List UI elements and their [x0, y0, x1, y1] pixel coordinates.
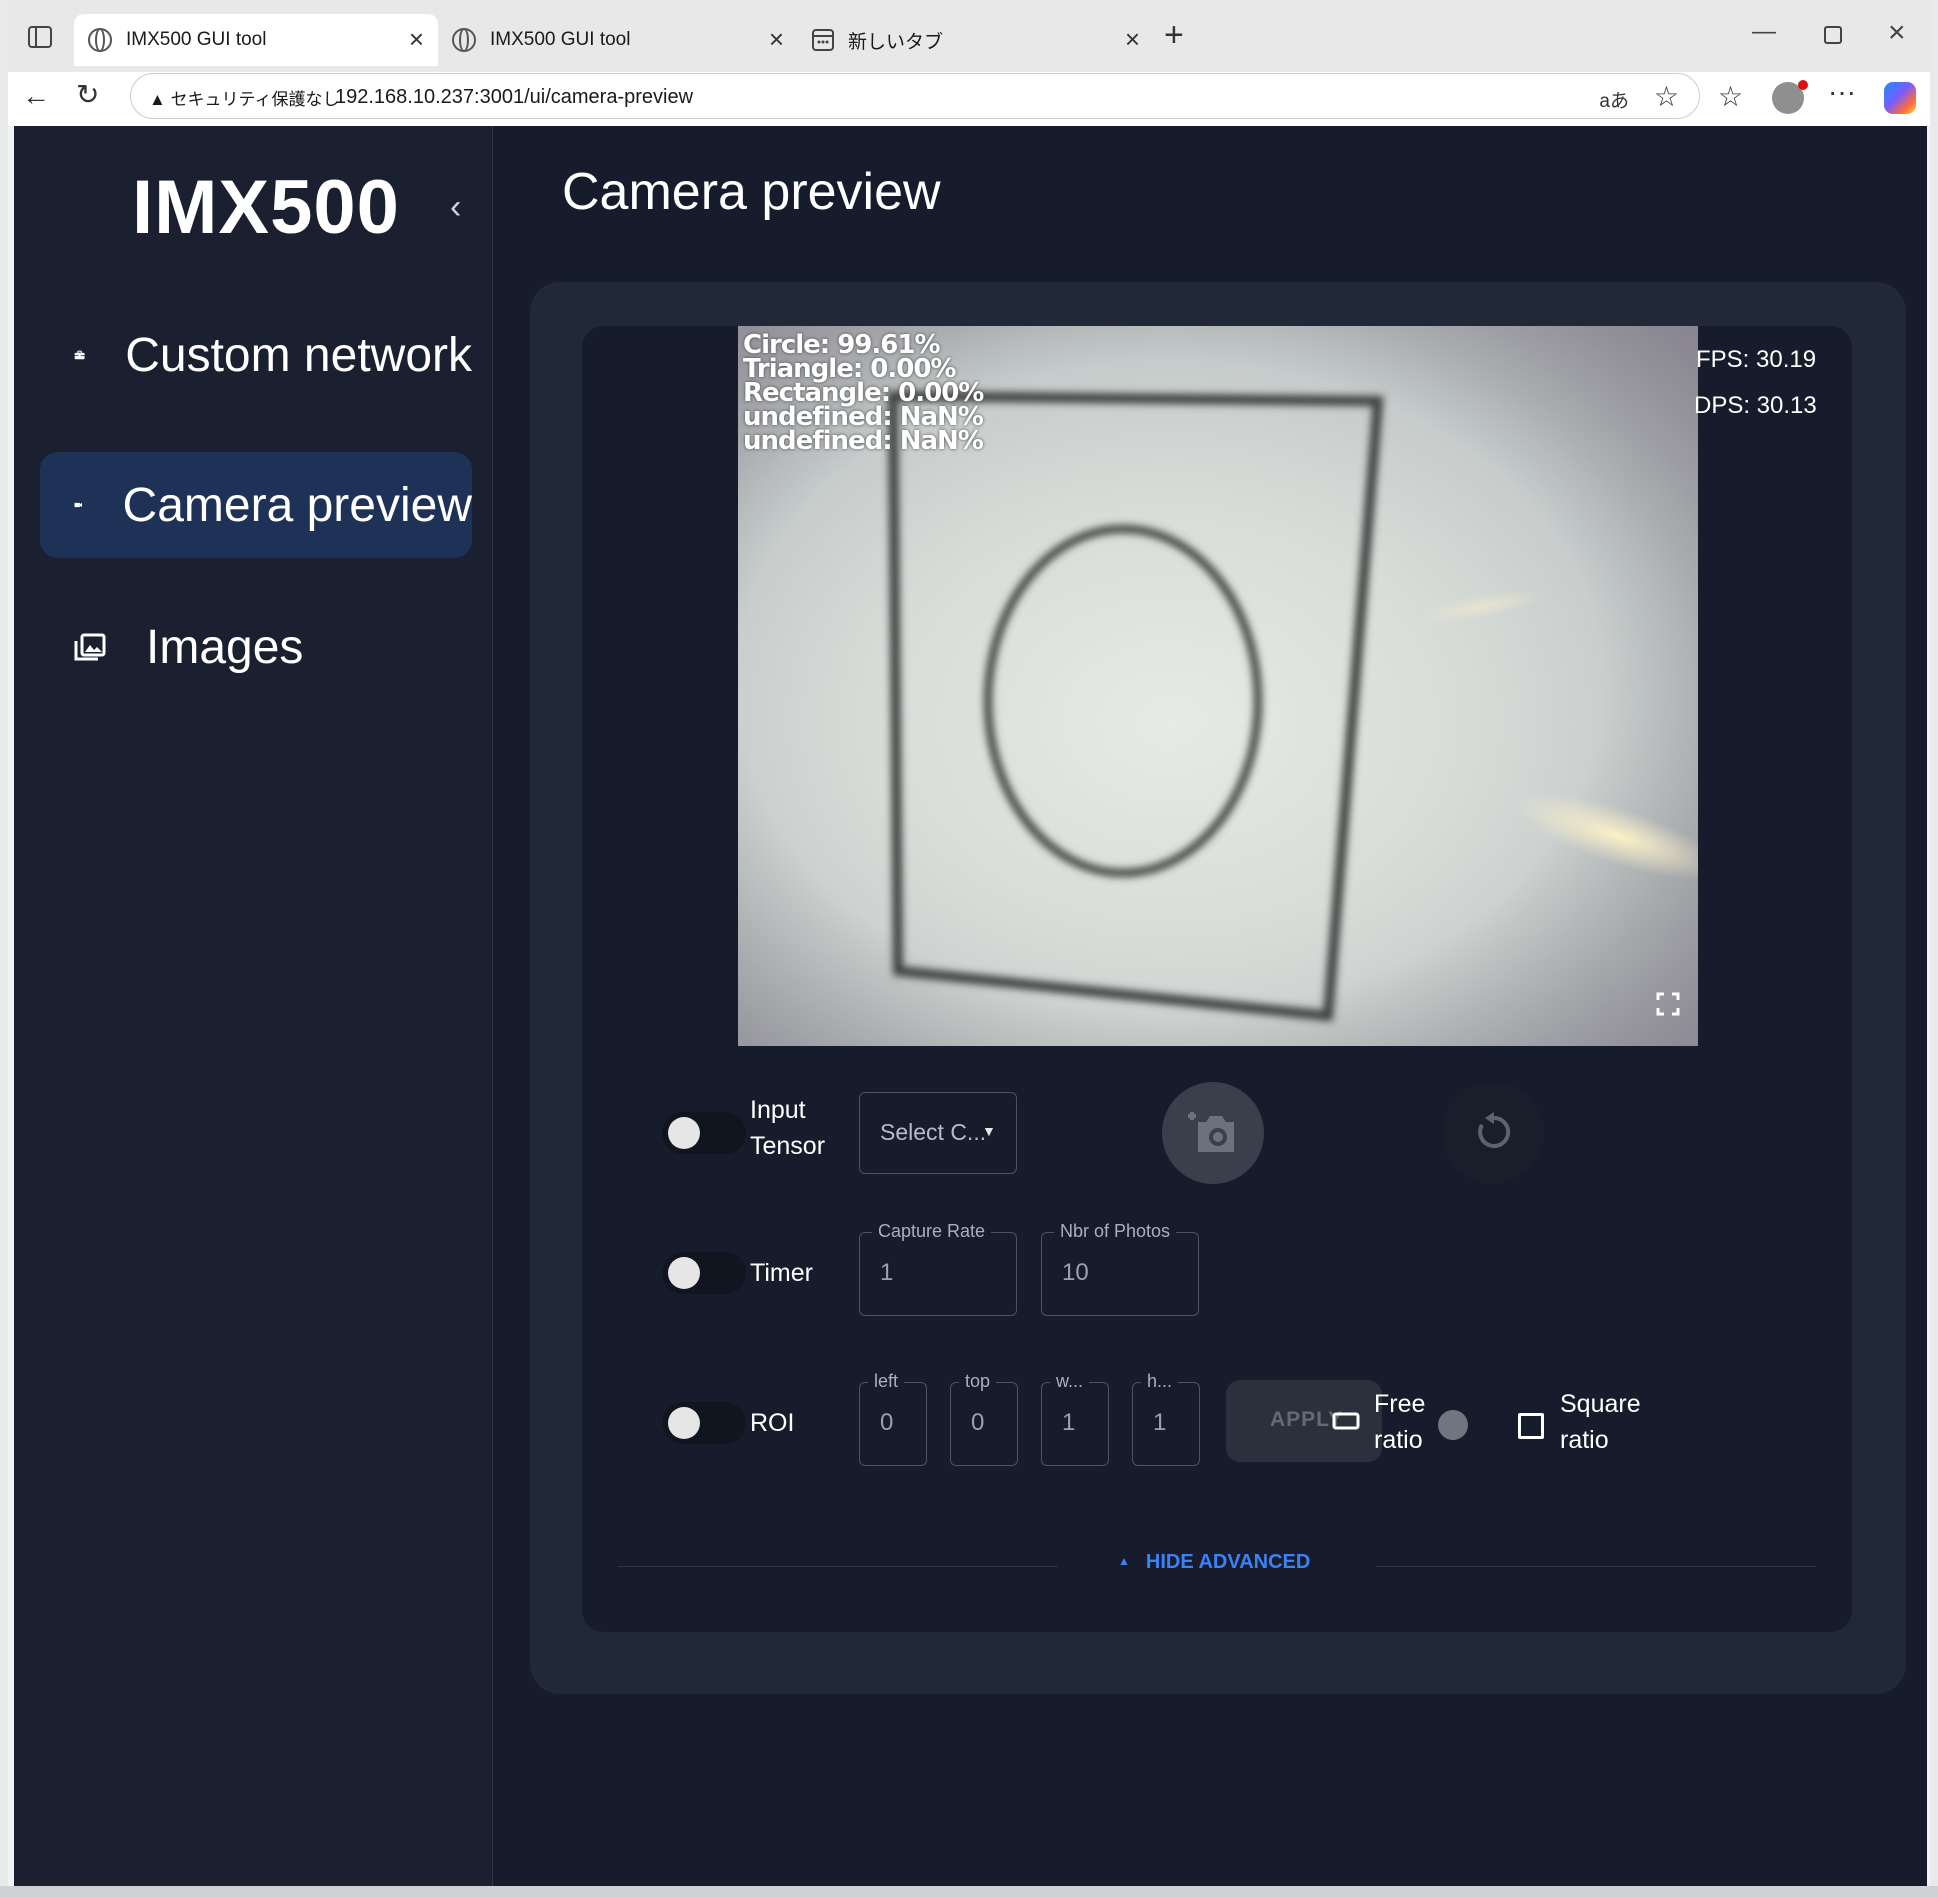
square-ratio-label: Square ratio — [1560, 1390, 1641, 1454]
nbr-photos-field[interactable]: Nbr of Photos 10 — [1041, 1221, 1199, 1316]
tab-title: 新しいタブ — [848, 31, 944, 53]
toggle-knob — [668, 1407, 700, 1439]
roi-height-value: 1 — [1153, 1409, 1167, 1436]
refresh-icon[interactable]: ↻ — [76, 78, 99, 111]
globe-icon — [452, 28, 476, 52]
tab-title: IMX500 GUI tool — [490, 29, 631, 50]
close-icon[interactable]: × — [1125, 26, 1140, 52]
favorites-icon[interactable]: ☆ — [1718, 80, 1743, 113]
close-icon[interactable]: × — [409, 26, 424, 52]
roi-top-legend: top — [959, 1371, 997, 1392]
fullscreen-icon[interactable] — [1656, 992, 1680, 1016]
toggle-knob — [668, 1257, 700, 1289]
select-value: Select C... — [880, 1119, 987, 1145]
videocam-icon — [74, 502, 83, 508]
maximize-icon[interactable] — [1824, 26, 1842, 44]
hide-advanced-label: HIDE ADVANCED — [1145, 1551, 1311, 1573]
roi-width-legend: w... — [1050, 1371, 1090, 1392]
read-aloud-icon[interactable]: aあ — [1599, 86, 1629, 113]
toolbar: ← ↻ ▲ セキュリティ保護なし 192.168.10.237:3001/ui/… — [8, 72, 1930, 126]
free-ratio-radio[interactable] — [1438, 1410, 1468, 1440]
browser-window: IMX500 GUI tool × IMX500 GUI tool × 新しいタ… — [8, 0, 1930, 1892]
roi-width-value: 1 — [1062, 1409, 1076, 1436]
more-menu-icon[interactable]: ··· — [1828, 76, 1856, 108]
tab-strip: IMX500 GUI tool × IMX500 GUI tool × 新しいタ… — [8, 0, 1930, 72]
refresh-icon — [1478, 1112, 1511, 1148]
photo-library-icon — [74, 633, 106, 661]
dps-readout: DPS: 30.13 — [1694, 392, 1817, 419]
input-tensor-toggle[interactable] — [662, 1112, 746, 1154]
tab-title: IMX500 GUI tool — [126, 29, 267, 50]
roi-width-field[interactable]: w... 1 — [1041, 1371, 1109, 1466]
capture-rate-legend: Capture Rate — [872, 1221, 992, 1242]
reset-button[interactable] — [1442, 1082, 1544, 1184]
input-select[interactable]: Select C... ▼ — [859, 1092, 1017, 1174]
roi-left-value: 0 — [880, 1409, 894, 1436]
nbr-photos-legend: Nbr of Photos — [1054, 1221, 1177, 1242]
divider — [1376, 1566, 1816, 1567]
roi-top-value: 0 — [971, 1409, 985, 1436]
capture-photo-button[interactable] — [1162, 1082, 1264, 1184]
camera-feed: Circle: 99.61% Triangle: 0.00% Rectangle… — [738, 326, 1698, 1046]
new-tab-page-icon — [812, 29, 834, 51]
briefcase-icon — [74, 350, 85, 360]
url-text[interactable]: 192.168.10.237:3001/ui/camera-preview — [335, 86, 693, 109]
sidebar: IMX500 ‹ Custom network Camera preview I… — [14, 126, 493, 1886]
minimize-icon[interactable]: — — [1752, 18, 1776, 46]
window-close-icon[interactable]: × — [1888, 16, 1906, 50]
add-photo-icon — [1188, 1112, 1234, 1152]
favorite-star-icon[interactable]: ☆ — [1654, 80, 1679, 113]
sidebar-item-images[interactable]: Images — [40, 594, 472, 700]
warning-icon: ▲ — [149, 90, 171, 109]
security-warning[interactable]: ▲ セキュリティ保護なし — [149, 85, 340, 110]
page-title: Camera preview — [562, 163, 941, 221]
sidebar-item-camera-preview[interactable]: Camera preview — [40, 452, 472, 558]
new-tab-icon[interactable]: + — [1164, 16, 1184, 55]
square-ratio-checkbox[interactable] — [1518, 1413, 1544, 1439]
sidebar-item-custom-network[interactable]: Custom network — [40, 302, 472, 408]
copilot-icon[interactable] — [1884, 82, 1916, 114]
capture-rate-field[interactable]: Capture Rate 1 — [859, 1221, 1017, 1316]
free-ratio-icon — [1332, 1412, 1360, 1430]
back-icon[interactable]: ← — [22, 80, 50, 112]
capture-rate-value: 1 — [880, 1259, 894, 1286]
fps-readout: FPS: 30.19 — [1696, 346, 1817, 373]
tab-1[interactable]: IMX500 GUI tool × — [74, 14, 438, 66]
sidebar-item-label: Camera preview — [122, 478, 472, 532]
free-ratio-label: Free ratio — [1374, 1390, 1426, 1454]
nbr-photos-value: 10 — [1062, 1259, 1089, 1286]
close-icon[interactable]: × — [769, 26, 784, 52]
timer-toggle[interactable] — [662, 1252, 746, 1294]
tab-2[interactable]: IMX500 GUI tool × — [438, 14, 798, 66]
roi-left-field[interactable]: left 0 — [859, 1371, 927, 1466]
sidebar-item-label: Images — [146, 620, 304, 674]
toggle-knob — [668, 1117, 700, 1149]
sidebar-item-label: Custom network — [125, 328, 472, 382]
detection-label: undefined: NaN% — [743, 426, 984, 456]
app-root: IMX500 ‹ Custom network Camera preview I… — [14, 126, 1927, 1886]
chevron-up-icon: ▲ — [1118, 1554, 1130, 1568]
roi-toggle[interactable] — [662, 1402, 746, 1444]
tab-3[interactable]: 新しいタブ × — [798, 14, 1154, 66]
chevron-down-icon: ▼ — [982, 1123, 996, 1139]
roi-label: ROI — [750, 1409, 795, 1437]
collapse-sidebar-icon[interactable]: ‹ — [450, 188, 461, 227]
app-logo: IMX500 — [132, 165, 400, 250]
divider — [618, 1566, 1058, 1567]
roi-height-legend: h... — [1141, 1371, 1179, 1392]
roi-top-field[interactable]: top 0 — [950, 1371, 1018, 1466]
input-tensor-label: Input Tensor — [750, 1096, 826, 1160]
timer-label: Timer — [750, 1259, 813, 1287]
hide-advanced-button[interactable]: ▲ HIDE ADVANCED — [1118, 1551, 1310, 1574]
roi-left-legend: left — [868, 1371, 905, 1392]
taskbar-edge — [0, 1886, 1938, 1897]
address-bar[interactable]: ▲ セキュリティ保護なし 192.168.10.237:3001/ui/came… — [130, 73, 1700, 119]
roi-height-field[interactable]: h... 1 — [1132, 1371, 1200, 1466]
tab-actions-icon[interactable] — [28, 26, 52, 48]
notification-dot — [1798, 80, 1808, 90]
globe-icon — [88, 28, 112, 52]
